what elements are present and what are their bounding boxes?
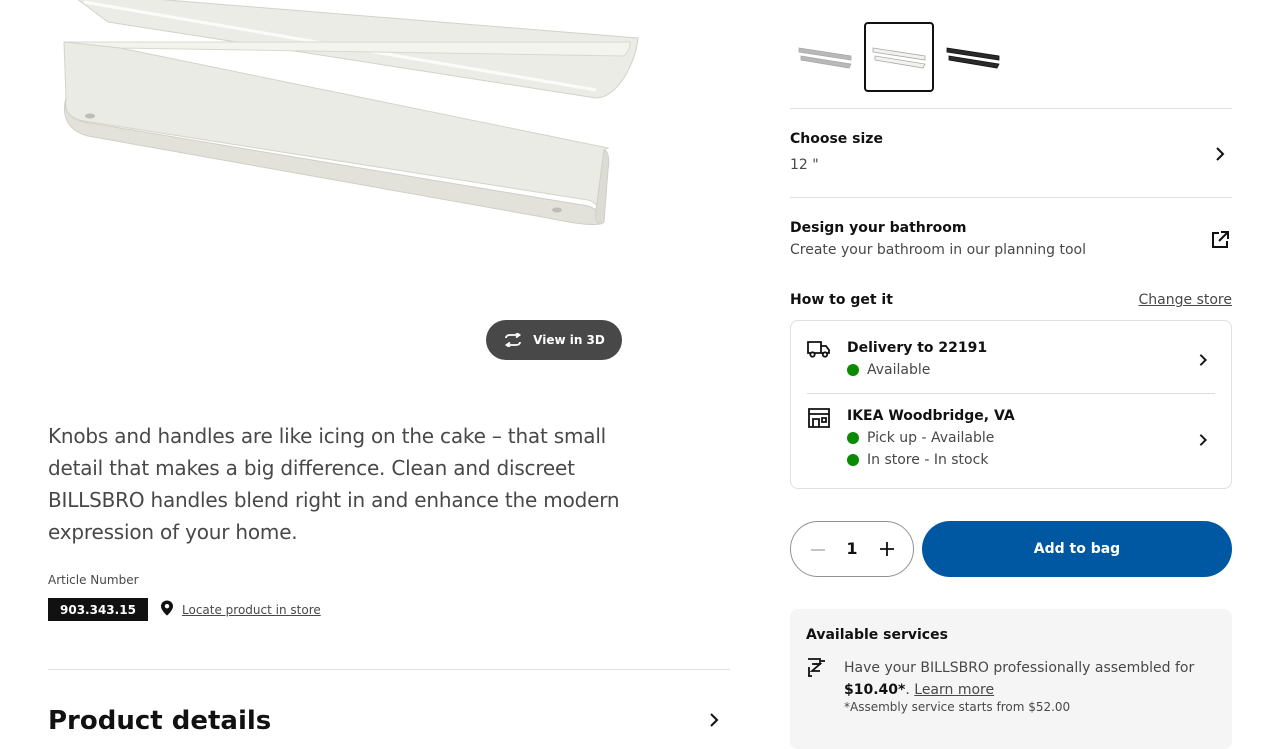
color-swatch-2[interactable] (938, 22, 1008, 92)
delivery-status: Available (847, 362, 930, 378)
locate-product: Locate product in store (160, 600, 321, 619)
available-services-title: Available services (806, 627, 948, 643)
view-in-3d-button[interactable]: View in 3D (486, 320, 622, 360)
swatch-handle-image (872, 47, 926, 69)
add-to-bag-button[interactable]: Add to bag (922, 521, 1232, 577)
availability-panel: Delivery to 22191 Available IKEA Woodbri… (790, 320, 1232, 489)
pickup-status-text: Pick up - Available (867, 430, 995, 446)
rotate-3d-icon (503, 333, 523, 347)
quantity-stepper: 1 (790, 521, 914, 577)
article-number-badge: 903.343.15 (48, 598, 148, 621)
selected-size-value: 12 " (790, 157, 819, 173)
status-dot (847, 454, 859, 466)
store-icon (808, 408, 830, 432)
assembly-text-prefix: Have your BILLSBRO professionally assemb… (844, 660, 1195, 676)
delivery-title: Delivery to 22191 (847, 340, 988, 356)
location-pin-icon (160, 600, 174, 619)
article-number-label: Article Number (48, 573, 139, 587)
external-link-icon[interactable] (1211, 231, 1229, 253)
swatch-handle-image (946, 47, 1000, 69)
divider (790, 197, 1232, 198)
assembly-icon (806, 657, 826, 681)
assembly-service-note: *Assembly service starts from $52.00 (844, 700, 1071, 714)
view-in-3d-label: View in 3D (533, 333, 605, 347)
learn-more-link[interactable]: Learn more (914, 682, 994, 698)
in-store-status: In store - In stock (847, 452, 988, 468)
color-swatch-0[interactable] (790, 22, 860, 92)
delivery-option[interactable]: Delivery to 22191 Available (791, 321, 1231, 393)
design-bathroom-subtitle: Create your bathroom in our planning too… (790, 242, 1086, 258)
plus-icon[interactable] (878, 540, 896, 558)
design-bathroom-title: Design your bathroom (790, 220, 967, 236)
assembly-text-suffix: . (905, 682, 910, 698)
store-title: IKEA Woodbridge, VA (847, 408, 1015, 424)
swatch-handle-image (798, 47, 852, 69)
delivery-status-text: Available (867, 362, 931, 378)
color-swatch-1[interactable] (864, 22, 934, 92)
in-store-status-text: In store - In stock (867, 452, 989, 468)
chevron-right-icon[interactable] (1196, 432, 1210, 451)
quantity-value[interactable]: 1 (841, 539, 863, 558)
locate-product-link[interactable]: Locate product in store (182, 603, 321, 617)
choose-size-row[interactable] (790, 120, 1232, 186)
chevron-right-icon[interactable] (1196, 352, 1210, 371)
divider (790, 108, 1232, 109)
minus-icon[interactable] (809, 541, 827, 559)
delivery-truck-icon (807, 340, 831, 362)
available-services-panel: Available services Have your BILLSBRO pr… (790, 609, 1232, 749)
handles-illustration (63, 0, 639, 225)
how-to-get-it-title: How to get it (790, 292, 893, 308)
choose-size-title: Choose size (790, 131, 883, 147)
assembly-price: $10.40* (844, 682, 906, 698)
change-store-link[interactable]: Change store (1139, 292, 1232, 308)
status-dot (847, 364, 859, 376)
chevron-right-icon[interactable] (1212, 146, 1228, 166)
status-dot (847, 432, 859, 444)
assembly-service-text: Have your BILLSBRO professionally assemb… (844, 657, 1214, 701)
product-image[interactable] (48, 0, 648, 300)
divider (48, 669, 730, 670)
design-bathroom-row[interactable] (790, 210, 1232, 270)
store-option[interactable]: IKEA Woodbridge, VA Pick up - Available … (791, 394, 1231, 488)
product-details-heading[interactable]: Product details (48, 706, 271, 736)
chevron-right-icon[interactable] (706, 712, 722, 732)
pickup-status: Pick up - Available (847, 430, 994, 446)
product-description: Knobs and handles are like icing on the … (48, 424, 620, 544)
